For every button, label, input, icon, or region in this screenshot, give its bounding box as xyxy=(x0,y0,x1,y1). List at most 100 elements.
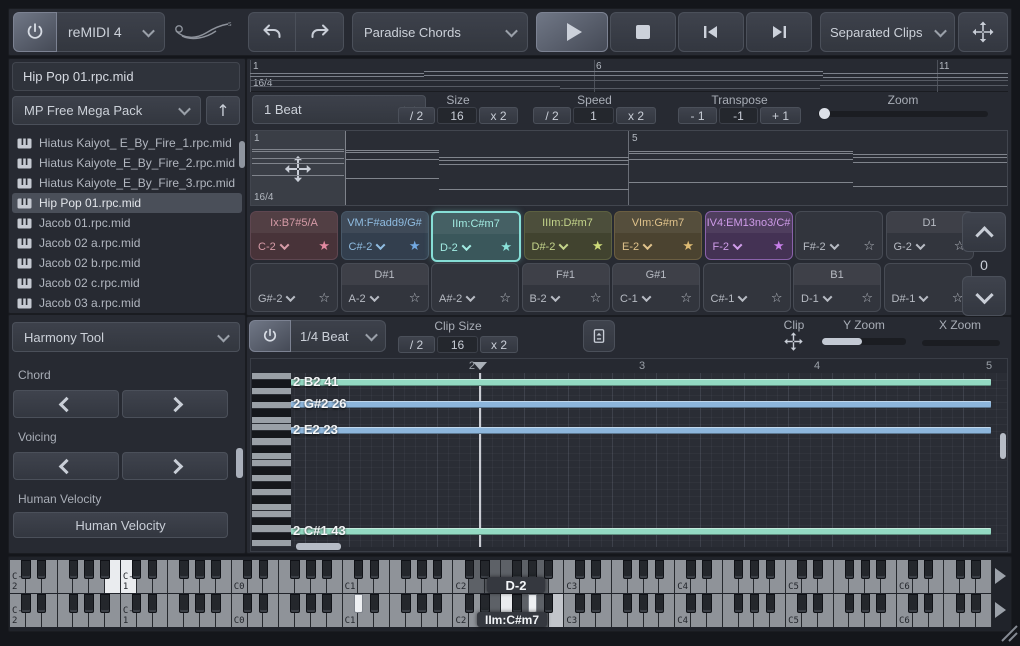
piano-key-sharp[interactable] xyxy=(655,594,665,613)
y-zoom-handle[interactable] xyxy=(822,338,862,345)
piano-key-sharp[interactable] xyxy=(179,594,189,613)
harmony-beat-dropdown[interactable]: 1/4 Beat xyxy=(291,320,386,352)
roll-h-scrollbar[interactable] xyxy=(296,543,341,550)
piano-key-sharp[interactable] xyxy=(702,560,712,579)
piano-key-sharp[interactable] xyxy=(734,560,744,579)
piano-key-sharp[interactable] xyxy=(924,594,934,613)
roll-key-white[interactable] xyxy=(252,453,291,460)
window-resize-handle[interactable] xyxy=(994,618,1018,642)
chord-clip[interactable]: D#-1☆ xyxy=(884,263,972,312)
piano-key-sharp[interactable] xyxy=(686,560,696,579)
piano-key-sharp[interactable] xyxy=(861,594,871,613)
file-list-item[interactable]: Jacob 02 b.rpc.mid xyxy=(12,253,242,273)
piano-key-sharp[interactable] xyxy=(322,594,332,613)
show-keyboard-button[interactable] xyxy=(583,320,615,352)
window-move-button[interactable] xyxy=(958,12,1008,52)
star-icon[interactable]: ☆ xyxy=(318,292,330,305)
chevron-down-icon[interactable] xyxy=(376,240,386,250)
output-mode-dropdown[interactable]: Separated Clips xyxy=(820,12,955,52)
human-velocity-button[interactable]: Human Velocity xyxy=(13,512,228,538)
chevron-down-icon[interactable] xyxy=(286,292,296,302)
star-icon[interactable]: ★ xyxy=(682,240,694,253)
roll-v-scrollbar[interactable] xyxy=(1000,433,1006,459)
piano-key-sharp[interactable] xyxy=(639,594,649,613)
star-icon[interactable]: ☆ xyxy=(590,292,602,305)
roll-key-white[interactable] xyxy=(252,438,291,445)
parent-folder-button[interactable]: ↑ xyxy=(206,96,240,125)
piano-key-sharp[interactable] xyxy=(655,560,665,579)
keyboard-scroll-right-icon[interactable] xyxy=(995,568,1006,584)
piano-key-sharp[interactable] xyxy=(813,560,823,579)
piano-key-sharp[interactable] xyxy=(702,594,712,613)
chord-clip[interactable]: F#-2☆ xyxy=(795,211,883,260)
pack-selector-dropdown[interactable]: MP Free Mega Pack xyxy=(12,96,201,125)
piano-key-sharp[interactable] xyxy=(100,594,110,613)
file-list-item[interactable]: Jacob 02 c.rpc.mid xyxy=(12,273,242,293)
piano-key-sharp[interactable] xyxy=(512,594,522,613)
star-icon[interactable]: ☆ xyxy=(863,240,875,253)
roll-key-white[interactable] xyxy=(252,402,291,409)
file-list-item[interactable]: Jacob 03 a.rpc.mid xyxy=(12,293,242,312)
piano-key-sharp[interactable] xyxy=(544,594,554,613)
chord-clip[interactable]: A#-2☆ xyxy=(431,263,519,312)
chord-clip[interactable]: D1G-2☆ xyxy=(886,211,974,260)
harmony-power-button[interactable] xyxy=(249,320,291,352)
transpose-value[interactable]: -1 xyxy=(719,107,758,124)
piano-roll-key-column[interactable] xyxy=(252,373,291,547)
piano-key-sharp[interactable] xyxy=(243,594,253,613)
zoom-slider-handle[interactable] xyxy=(819,108,830,119)
piano-key-sharp[interactable] xyxy=(69,594,79,613)
transpose-up-button[interactable]: + 1 xyxy=(760,107,801,124)
piano-key-sharp[interactable] xyxy=(575,594,585,613)
piano-key-sharp[interactable] xyxy=(132,560,142,579)
octave-up-button[interactable] xyxy=(962,212,1006,252)
chevron-down-icon[interactable] xyxy=(643,240,653,250)
file-list-item[interactable]: Jacob 01.rpc.mid xyxy=(12,213,242,233)
piano-key-sharp[interactable] xyxy=(797,594,807,613)
size-increase-button[interactable]: x 2 xyxy=(479,107,518,124)
piano-roll-grid[interactable] xyxy=(291,373,1007,547)
piano-key-sharp[interactable] xyxy=(908,594,918,613)
piano-key-sharp[interactable] xyxy=(971,560,981,579)
piano-key-sharp[interactable] xyxy=(465,594,475,613)
piano-key-sharp[interactable] xyxy=(845,560,855,579)
chord-clip[interactable]: C#-1☆ xyxy=(703,263,791,312)
roll-key-black[interactable] xyxy=(252,533,291,540)
clip-move-icon[interactable] xyxy=(783,331,804,352)
piano-key-sharp[interactable] xyxy=(417,594,427,613)
clip-size-decrease-button[interactable]: / 2 xyxy=(398,336,435,353)
roll-key-white[interactable] xyxy=(252,460,291,467)
piano-key-sharp[interactable] xyxy=(148,594,158,613)
star-icon[interactable]: ☆ xyxy=(409,292,421,305)
file-list-item[interactable]: Jacob 02 a.rpc.mid xyxy=(12,233,242,253)
roll-key-white[interactable] xyxy=(252,388,291,395)
piano-key-sharp[interactable] xyxy=(259,560,269,579)
song-timeline-ruler[interactable]: 1 6 11 16/4 xyxy=(250,60,1008,92)
piano-key-sharp[interactable] xyxy=(591,594,601,613)
voicing-next-button[interactable] xyxy=(122,452,228,480)
piano-key-sharp[interactable] xyxy=(179,560,189,579)
chevron-down-icon[interactable] xyxy=(822,292,832,302)
roll-key-white[interactable] xyxy=(252,373,291,380)
chord-clip[interactable]: IIIm:D#m7D#-2★ xyxy=(524,211,612,260)
piano-key-sharp[interactable] xyxy=(84,594,94,613)
piano-key-sharp[interactable] xyxy=(908,560,918,579)
roll-key-black[interactable] xyxy=(252,431,291,438)
piano-key-sharp[interactable] xyxy=(813,594,823,613)
piano-key-sharp[interactable] xyxy=(686,594,696,613)
piano-key-sharp[interactable] xyxy=(37,594,47,613)
piano-key-sharp[interactable] xyxy=(100,560,110,579)
chevron-down-icon[interactable] xyxy=(915,240,925,250)
star-icon[interactable]: ☆ xyxy=(771,292,783,305)
star-icon[interactable]: ☆ xyxy=(499,292,511,305)
chevron-down-icon[interactable] xyxy=(641,292,651,302)
skip-to-end-button[interactable] xyxy=(746,12,812,52)
roll-key-white[interactable] xyxy=(252,475,291,482)
roll-key-white[interactable] xyxy=(252,424,291,431)
piano-key-sharp[interactable] xyxy=(69,560,79,579)
midi-note[interactable] xyxy=(291,427,991,434)
piano-key-sharp[interactable] xyxy=(322,560,332,579)
play-button[interactable] xyxy=(536,12,608,52)
star-icon[interactable]: ☆ xyxy=(861,292,873,305)
piano-key-sharp[interactable] xyxy=(797,560,807,579)
